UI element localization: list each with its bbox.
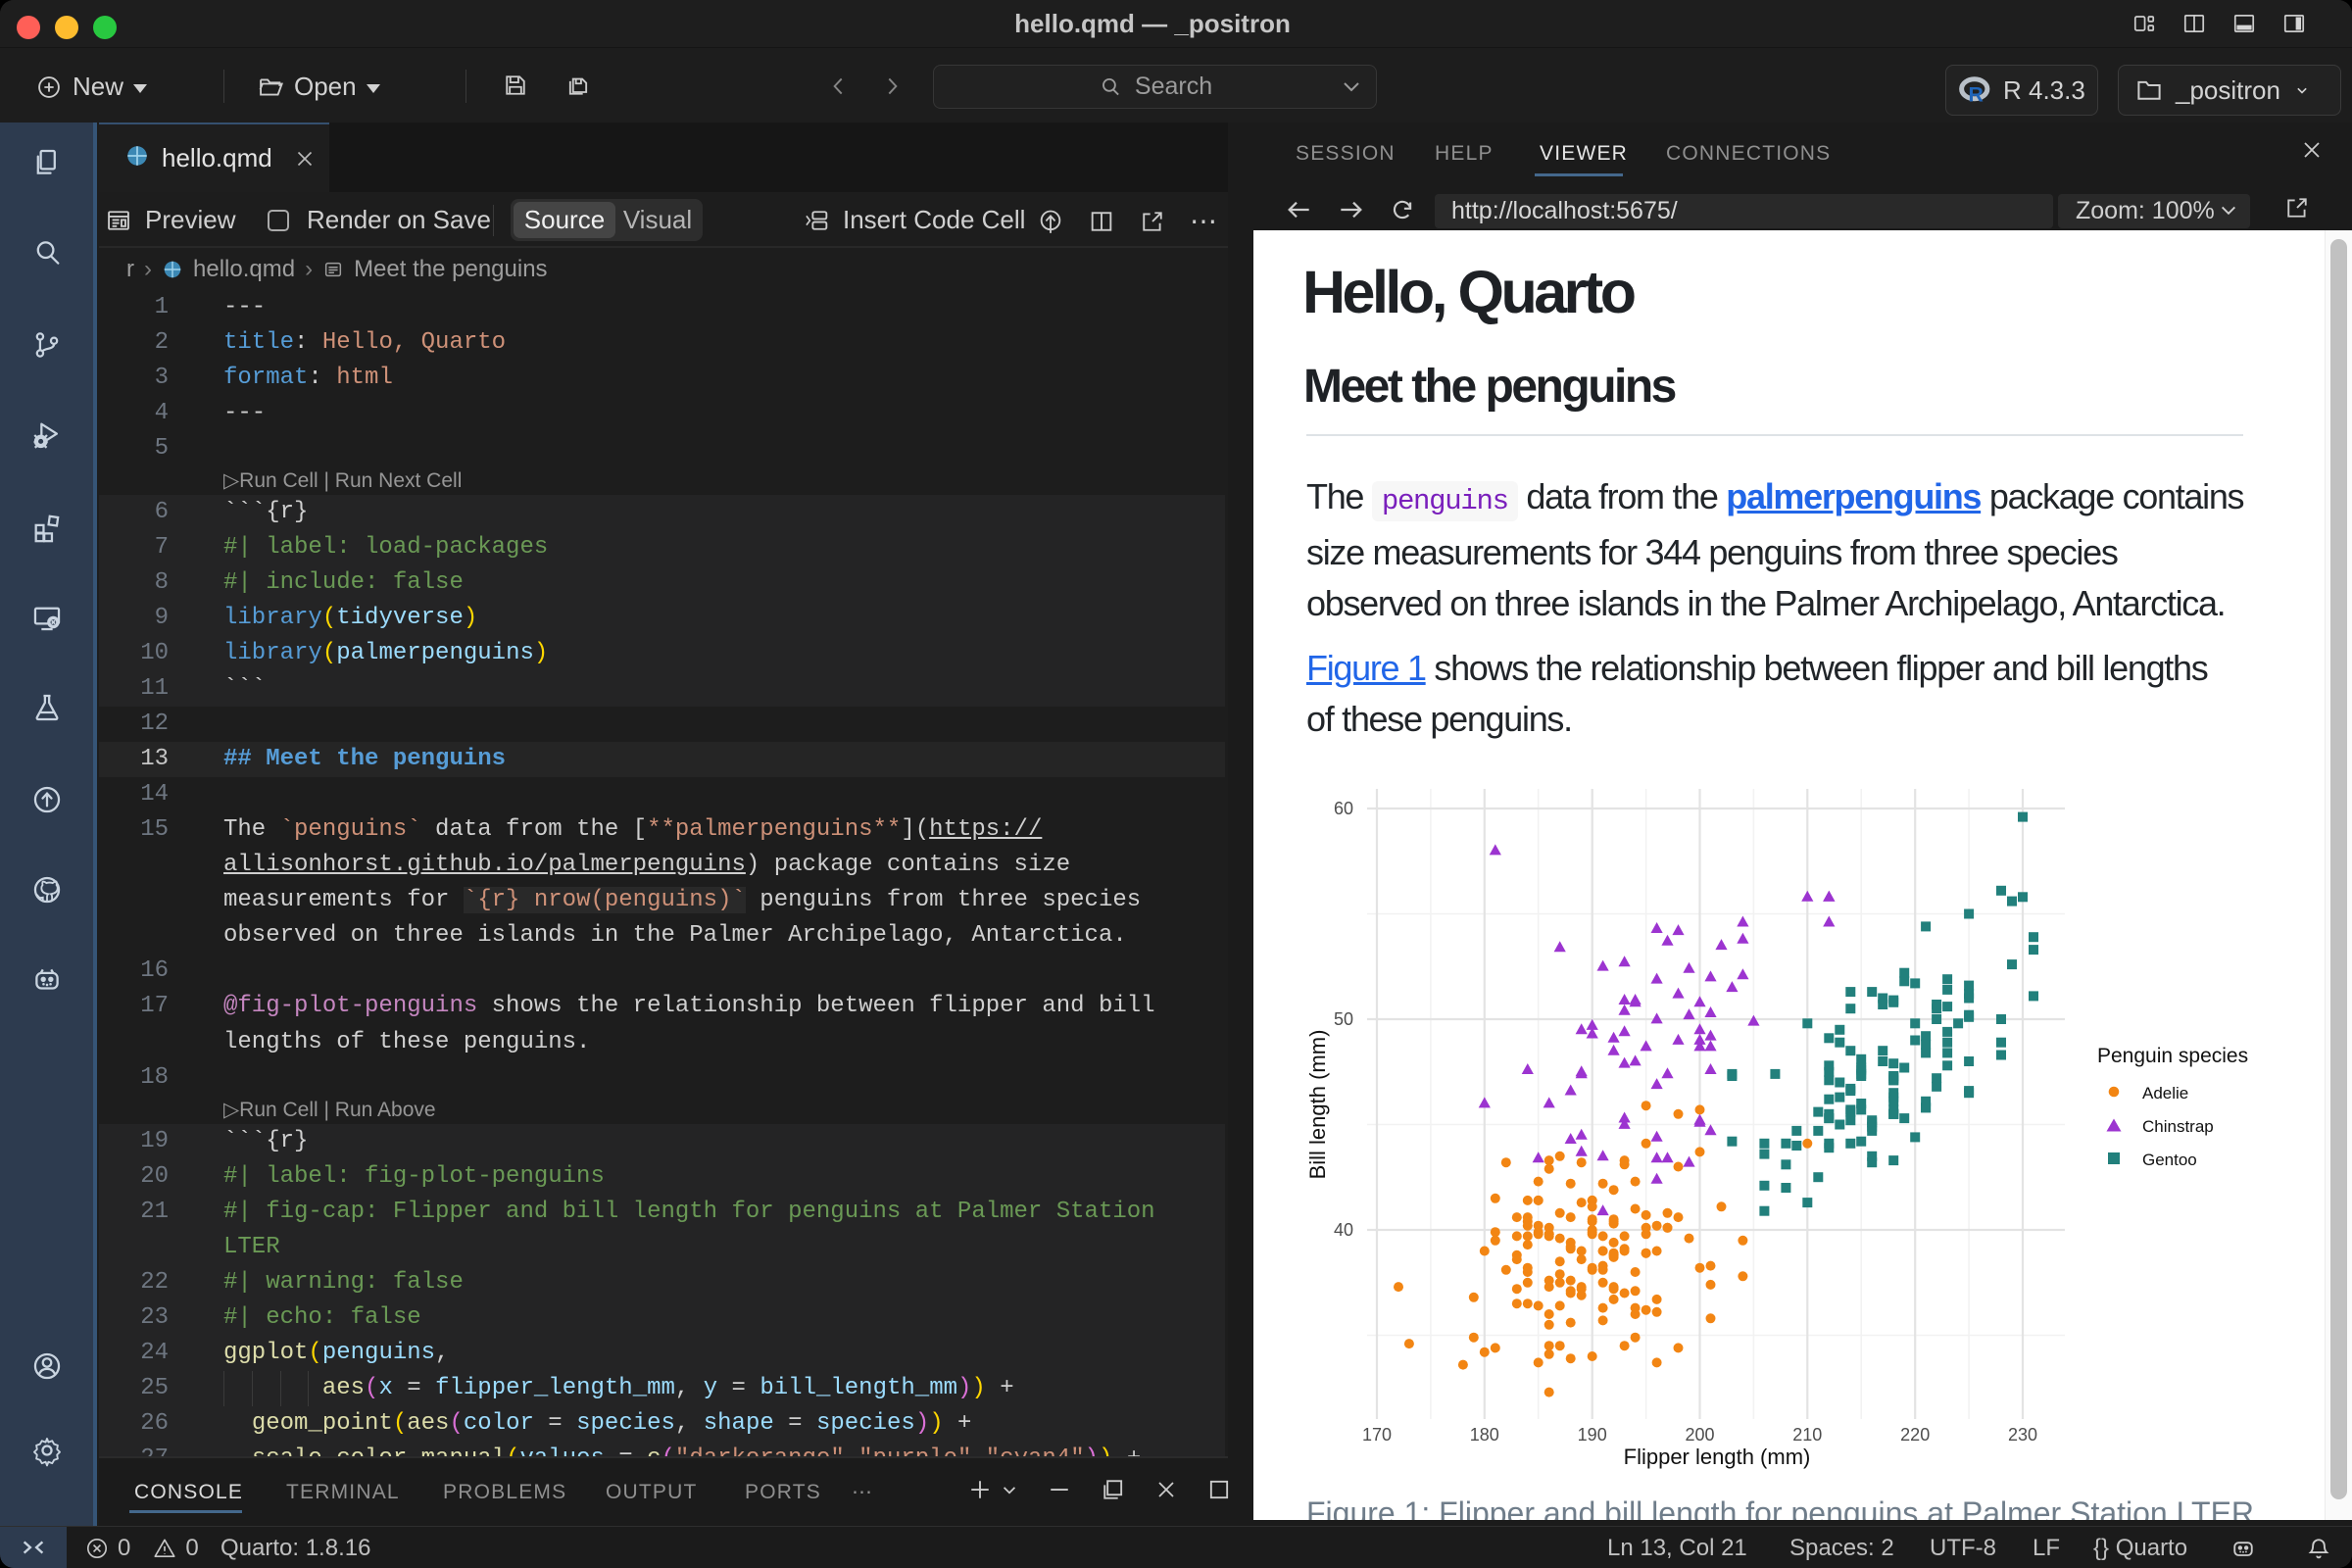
svg-text:Gentoo: Gentoo bbox=[2142, 1151, 2197, 1169]
svg-text:60: 60 bbox=[1334, 799, 1353, 818]
svg-text:Flipper length (mm): Flipper length (mm) bbox=[1624, 1445, 1811, 1469]
svg-text:170: 170 bbox=[1362, 1425, 1392, 1445]
svg-text:50: 50 bbox=[1334, 1009, 1353, 1029]
svg-text:200: 200 bbox=[1685, 1425, 1714, 1445]
svg-text:210: 210 bbox=[1792, 1425, 1822, 1445]
svg-text:40: 40 bbox=[1334, 1220, 1353, 1240]
svg-text:190: 190 bbox=[1578, 1425, 1607, 1445]
svg-text:Adelie: Adelie bbox=[2142, 1084, 2188, 1102]
svg-text:Bill length (mm): Bill length (mm) bbox=[1305, 1030, 1330, 1180]
svg-text:220: 220 bbox=[1900, 1425, 1930, 1445]
svg-text:180: 180 bbox=[1470, 1425, 1499, 1445]
svg-text:Penguin species: Penguin species bbox=[2097, 1045, 2248, 1067]
svg-text:230: 230 bbox=[2008, 1425, 2037, 1445]
svg-text:Chinstrap: Chinstrap bbox=[2142, 1117, 2214, 1136]
